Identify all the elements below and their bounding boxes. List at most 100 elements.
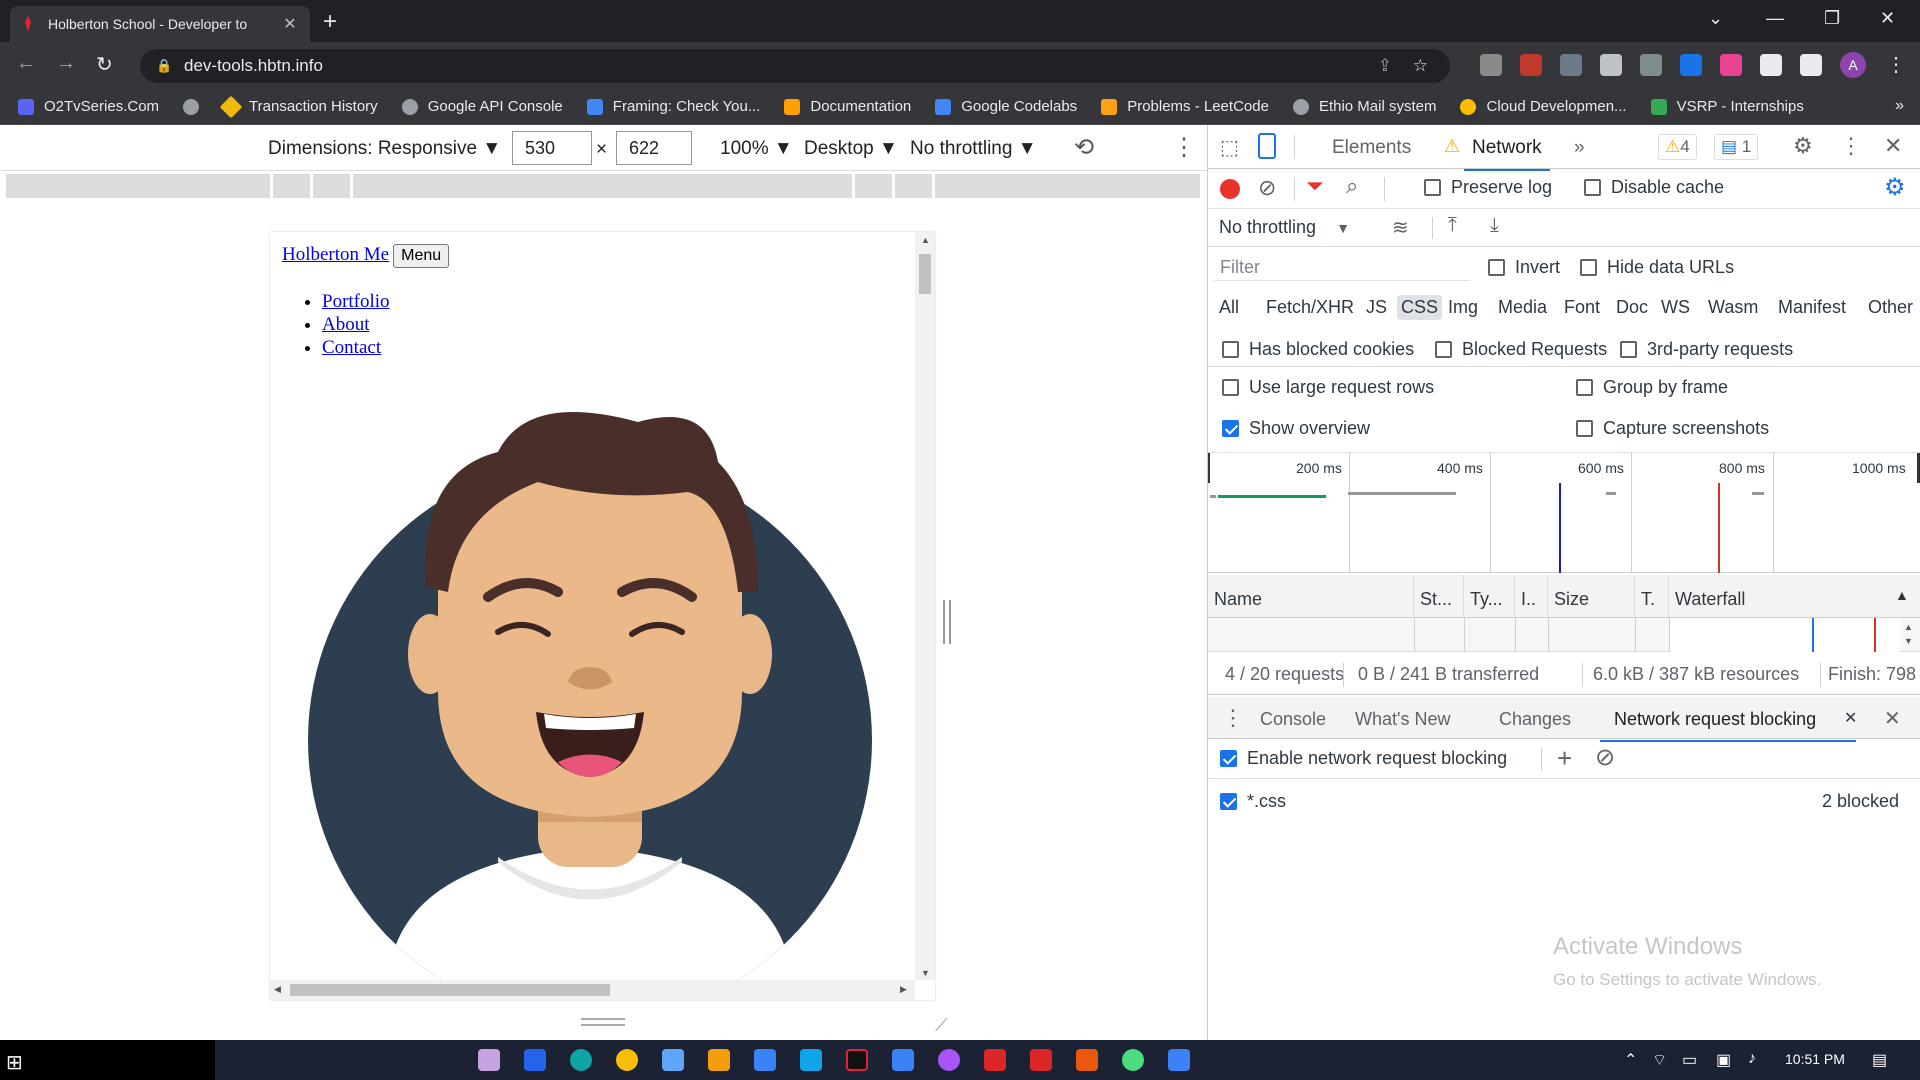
network-conditions-icon[interactable]: ≋ (1392, 215, 1409, 240)
warnings-badge[interactable]: ⚠4 (1658, 134, 1697, 160)
zoom-dropdown[interactable]: 100% ▼ (720, 138, 793, 160)
horizontal-scroll-thumb[interactable] (290, 984, 610, 996)
devtools-close-icon[interactable]: ✕ (1884, 133, 1902, 159)
volume-icon[interactable]: ♪ (1748, 1050, 1756, 1068)
portfolio-link[interactable]: Portfolio (322, 291, 390, 312)
messenger-icon[interactable] (938, 1049, 960, 1071)
extension-icon[interactable] (1560, 54, 1582, 76)
more-options-icon[interactable]: ⋮ (1172, 133, 1196, 162)
network-tray-icon[interactable]: ⌔ (1652, 1050, 1667, 1070)
media-query-bar[interactable] (6, 174, 1200, 198)
display-icon[interactable]: ▣ (1716, 1050, 1731, 1070)
table-scroll-arrows[interactable]: ▲ ▼ (1904, 620, 1913, 648)
powershell-icon[interactable] (524, 1049, 546, 1071)
type-all[interactable]: All (1215, 295, 1243, 320)
device-type-dropdown[interactable]: Desktop ▼ (804, 138, 898, 160)
search-icon[interactable]: ⌕ (1346, 173, 1358, 199)
height-input[interactable]: 622 (616, 131, 692, 165)
device-toggle-icon[interactable] (1258, 133, 1276, 159)
type-font[interactable]: Font (1560, 295, 1604, 320)
remove-all-patterns-icon[interactable]: ⊘ (1595, 743, 1615, 772)
filter-icon[interactable]: ⏷ (1306, 173, 1324, 199)
menu-button[interactable]: Menu (393, 244, 450, 268)
checkbox[interactable] (1620, 341, 1637, 358)
blocked-pattern-row[interactable]: *.css 2 blocked (1208, 781, 1920, 821)
column-type[interactable]: Ty... (1464, 575, 1515, 618)
record-icon[interactable] (1220, 179, 1240, 199)
bookmark-item[interactable]: Problems - LeetCode (1101, 98, 1269, 115)
extension-icon[interactable] (1640, 54, 1662, 76)
bookmarks-overflow-icon[interactable]: » (1895, 97, 1904, 115)
slack-icon[interactable] (1122, 1049, 1144, 1071)
bookmark-item[interactable]: Google Codelabs (935, 98, 1077, 115)
chrome-menu-icon[interactable]: ⋮ (1886, 52, 1906, 77)
home-link[interactable]: Holberton Me (282, 244, 389, 265)
checkbox-checked[interactable] (1220, 793, 1237, 810)
powerpoint-icon[interactable] (984, 1049, 1006, 1071)
wps-icon[interactable] (1030, 1049, 1052, 1071)
profile-avatar[interactable]: A (1840, 52, 1866, 78)
bookmark-item[interactable]: O2TvSeries.Com (18, 98, 159, 115)
bookmark-star-icon[interactable]: ☆ (1413, 56, 1428, 76)
viewport-corner-resize-icon[interactable]: ⟋ (935, 1015, 948, 1036)
disable-cache-checkbox[interactable]: Disable cache (1584, 177, 1724, 198)
large-rows-checkbox[interactable]: Use large request rows (1222, 377, 1434, 398)
enable-blocking-checkbox[interactable]: Enable network request blocking (1220, 748, 1507, 769)
viewport-width-resize-handle[interactable] (943, 600, 951, 644)
extension-icon[interactable] (1480, 54, 1502, 76)
bookmark-item[interactable]: Google API Console (401, 98, 563, 115)
extension-icon[interactable] (1520, 54, 1542, 76)
bookmark-item[interactable]: Framing: Check You... (586, 98, 760, 115)
about-link[interactable]: About (322, 314, 370, 335)
vertical-scroll-thumb[interactable] (919, 254, 931, 294)
checkbox[interactable] (1584, 179, 1601, 196)
checkbox[interactable] (1435, 341, 1452, 358)
vertical-scrollbar[interactable]: ▲ ▼ (915, 232, 935, 980)
chrome-icon[interactable] (616, 1049, 638, 1071)
drawer-tab-console[interactable]: Console (1260, 709, 1326, 730)
inspect-element-icon[interactable]: ⬚ (1220, 135, 1239, 160)
capture-screenshots-checkbox[interactable]: Capture screenshots (1576, 418, 1769, 439)
column-name[interactable]: Name (1208, 575, 1414, 618)
edge-icon[interactable] (570, 1049, 592, 1071)
dimensions-dropdown[interactable]: Dimensions: Responsive ▼ (268, 138, 501, 160)
type-other[interactable]: Other (1864, 295, 1917, 320)
checkbox[interactable] (1488, 259, 1505, 276)
checkbox-checked[interactable] (1220, 750, 1237, 767)
show-overview-checkbox[interactable]: Show overview (1222, 418, 1370, 439)
tab-network[interactable]: Network (1464, 137, 1550, 171)
type-js[interactable]: JS (1362, 295, 1391, 320)
browser-tab[interactable]: Holberton School - Developer to ✕ (10, 6, 310, 42)
figma-icon[interactable] (846, 1049, 868, 1071)
scroll-right-icon[interactable]: ▶ (900, 984, 907, 995)
contact-link[interactable]: Contact (322, 337, 381, 358)
bookmark-item[interactable]: Documentation (784, 98, 911, 115)
scroll-up-icon[interactable]: ▲ (921, 235, 930, 245)
column-time[interactable]: T. (1635, 575, 1669, 618)
taskbar-app-icon[interactable] (800, 1049, 822, 1071)
type-wasm[interactable]: Wasm (1704, 295, 1762, 320)
preserve-log-checkbox[interactable]: Preserve log (1424, 177, 1552, 198)
store-icon[interactable] (662, 1049, 684, 1071)
type-media[interactable]: Media (1494, 295, 1551, 320)
drawer-tab-whats-new[interactable]: What's New (1355, 709, 1450, 730)
type-fetch-xhr[interactable]: Fetch/XHR (1262, 295, 1358, 320)
taskbar-app-icon[interactable] (1076, 1049, 1098, 1071)
drawer-menu-icon[interactable]: ⋮ (1222, 705, 1244, 731)
vscode-icon[interactable] (892, 1049, 914, 1071)
tab-close-icon[interactable]: ✕ (280, 14, 300, 34)
type-manifest[interactable]: Manifest (1774, 295, 1850, 320)
extension-icon[interactable] (1680, 54, 1702, 76)
overview-left-handle[interactable] (1208, 453, 1210, 483)
third-party-checkbox[interactable]: 3rd-party requests (1620, 339, 1793, 360)
type-ws[interactable]: WS (1657, 295, 1694, 320)
file-explorer-icon[interactable] (708, 1049, 730, 1071)
column-initiator[interactable]: I.. (1515, 575, 1548, 618)
checkbox[interactable] (1580, 259, 1597, 276)
pattern-checkbox[interactable]: *.css (1220, 791, 1286, 812)
checkbox[interactable] (1576, 420, 1593, 437)
devtools-menu-icon[interactable]: ⋮ (1840, 133, 1862, 159)
bookmark-item[interactable] (183, 98, 200, 115)
restore-icon[interactable]: ❐ (1824, 8, 1840, 29)
drawer-close-icon[interactable]: ✕ (1884, 706, 1901, 731)
